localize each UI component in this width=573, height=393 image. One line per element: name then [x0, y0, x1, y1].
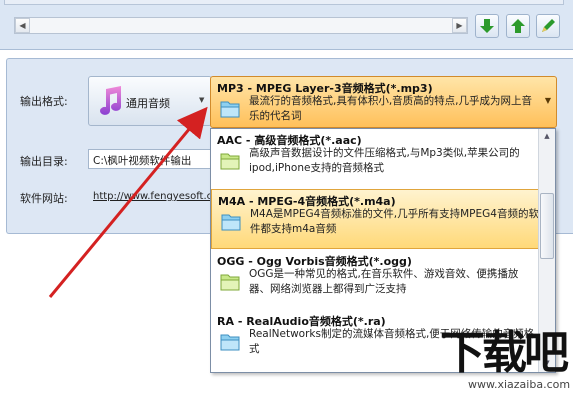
watermark-logo: 下载吧 www.xiazaiba.com [428, 314, 573, 393]
watermark-url: www.xiazaiba.com [468, 378, 571, 391]
watermark-text: 下载吧 [440, 326, 569, 379]
